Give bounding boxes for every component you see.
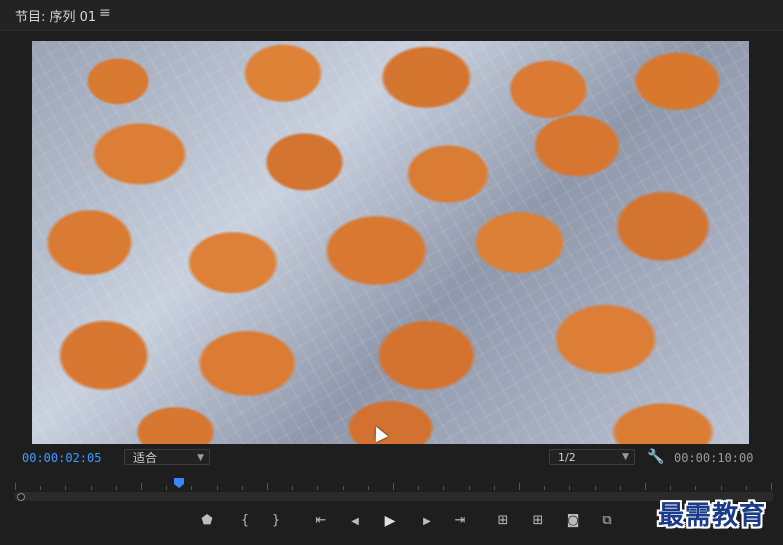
mark-out-icon: } bbox=[271, 513, 281, 528]
ruler-tick bbox=[695, 486, 697, 490]
play-icon: ▶ bbox=[384, 513, 396, 529]
ruler-tick bbox=[443, 486, 445, 490]
step-forward-button[interactable]: ▶ bbox=[417, 513, 437, 530]
ruler-tick bbox=[594, 486, 596, 490]
panel-title: 节目: 序列 01 bbox=[15, 10, 97, 25]
ruler-tick bbox=[468, 486, 470, 490]
extract-icon: ⊞ bbox=[532, 513, 544, 528]
ruler-tick bbox=[216, 486, 218, 490]
ruler-tick bbox=[569, 486, 571, 490]
go-to-out-icon: ⇥ bbox=[454, 513, 466, 528]
ruler-tick bbox=[771, 483, 772, 490]
ruler-tick bbox=[519, 483, 520, 490]
step-back-icon: ◀ bbox=[351, 516, 359, 527]
duration-timecode: 00:00:10:00 bbox=[674, 451, 754, 465]
wrench-icon[interactable]: 🔧 bbox=[647, 449, 664, 465]
add-marker-button[interactable]: ⬟ bbox=[197, 513, 217, 529]
fit-zoom-select[interactable]: 适合 ▼ bbox=[124, 449, 210, 465]
mark-in-button[interactable]: { bbox=[235, 513, 255, 529]
camera-icon: ◙ bbox=[566, 513, 580, 528]
time-ruler[interactable] bbox=[15, 476, 773, 490]
play-button[interactable]: ▶ bbox=[380, 513, 400, 530]
ruler-tick bbox=[241, 486, 243, 490]
ruler-tick bbox=[619, 486, 621, 490]
playback-resolution-select[interactable]: 1/2 ▼ bbox=[549, 449, 635, 465]
step-back-button[interactable]: ◀ bbox=[345, 513, 365, 530]
ruler-tick bbox=[493, 486, 495, 490]
lift-button[interactable]: ⊞ bbox=[493, 513, 513, 529]
ruler-tick bbox=[141, 483, 142, 490]
ruler-tick bbox=[745, 486, 747, 490]
ruler-tick bbox=[720, 486, 722, 490]
ruler-tick bbox=[65, 486, 67, 490]
step-forward-icon: ▶ bbox=[423, 516, 431, 527]
ruler-tick bbox=[166, 486, 168, 490]
export-frame-button[interactable]: ◙ bbox=[563, 513, 583, 529]
ruler-tick bbox=[342, 486, 344, 490]
ruler-tick bbox=[15, 483, 16, 490]
hamburger-menu-icon[interactable]: ≡ bbox=[99, 5, 111, 21]
mark-out-button[interactable]: } bbox=[266, 513, 286, 529]
program-monitor-video[interactable] bbox=[32, 41, 749, 444]
chevron-down-icon: ▼ bbox=[622, 452, 629, 462]
ruler-tick bbox=[191, 486, 193, 490]
ruler-tick bbox=[115, 486, 117, 490]
ruler-tick bbox=[367, 486, 369, 490]
comparison-view-button[interactable]: ⧉ bbox=[597, 513, 617, 529]
panel-header: 节目: 序列 01 ≡ bbox=[0, 0, 783, 31]
extract-button[interactable]: ⊞ bbox=[528, 513, 548, 529]
mark-in-icon: { bbox=[240, 513, 250, 528]
ruler-tick bbox=[670, 486, 672, 490]
zoom-handle-icon[interactable] bbox=[17, 493, 25, 501]
fit-zoom-label: 适合 bbox=[133, 451, 158, 465]
playback-resolution-label: 1/2 bbox=[558, 451, 576, 464]
go-to-in-button[interactable]: ⇤ bbox=[311, 513, 331, 529]
ruler-tick bbox=[544, 486, 546, 490]
ruler-tick bbox=[267, 483, 268, 490]
lift-icon: ⊞ bbox=[497, 513, 509, 528]
ruler-tick bbox=[418, 486, 420, 490]
ruler-tick bbox=[90, 486, 92, 490]
ruler-tick bbox=[317, 486, 319, 490]
go-to-in-icon: ⇤ bbox=[315, 513, 327, 528]
ruler-tick bbox=[393, 483, 394, 490]
ruler-tick bbox=[645, 483, 646, 490]
current-timecode[interactable]: 00:00:02:05 bbox=[22, 451, 101, 465]
ruler-tick bbox=[292, 486, 294, 490]
watermark-logo: 最需教育 bbox=[658, 501, 767, 531]
ruler-tick bbox=[40, 486, 42, 490]
go-to-out-button[interactable]: ⇥ bbox=[450, 513, 470, 529]
marker-icon: ⬟ bbox=[201, 513, 213, 528]
chevron-down-icon: ▼ bbox=[197, 453, 204, 463]
comparison-view-icon: ⧉ bbox=[602, 513, 612, 528]
